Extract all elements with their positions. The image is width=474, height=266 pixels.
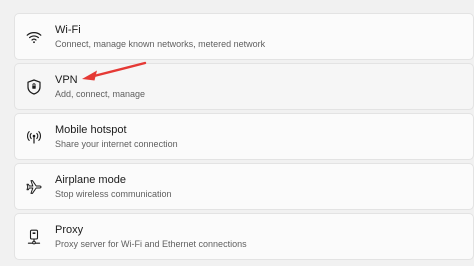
settings-item-proxy[interactable]: Proxy Proxy server for Wi-Fi and Etherne… — [14, 213, 474, 260]
mobile-hotspot-title: Mobile hotspot — [55, 124, 127, 136]
settings-item-vpn[interactable]: VPN Add, connect, manage — [14, 63, 474, 110]
wifi-title: Wi-Fi — [55, 24, 81, 36]
mobile-hotspot-icon — [25, 128, 43, 146]
airplane-icon — [25, 178, 43, 196]
proxy-title: Proxy — [55, 224, 84, 236]
settings-item-mobile-hotspot[interactable]: Mobile hotspot Share your internet conne… — [14, 113, 474, 160]
proxy-icon — [25, 228, 43, 246]
wifi-subtitle: Connect, manage known networks, metered … — [55, 39, 266, 49]
vpn-subtitle: Add, connect, manage — [55, 89, 146, 99]
settings-list: Wi-Fi Connect, manage known networks, me… — [14, 0, 474, 263]
proxy-subtitle: Proxy server for Wi-Fi and Ethernet conn… — [55, 239, 247, 249]
settings-item-wifi[interactable]: Wi-Fi Connect, manage known networks, me… — [14, 13, 474, 60]
airplane-mode-title: Airplane mode — [55, 174, 126, 186]
network-settings-page: Wi-Fi Connect, manage known networks, me… — [0, 0, 474, 266]
settings-item-airplane-mode[interactable]: Airplane mode Stop wireless communicatio… — [14, 163, 474, 210]
wifi-icon — [25, 28, 43, 46]
mobile-hotspot-subtitle: Share your internet connection — [55, 139, 178, 149]
vpn-shield-icon — [25, 78, 43, 96]
airplane-mode-subtitle: Stop wireless communication — [55, 189, 172, 199]
vpn-title: VPN — [55, 74, 78, 86]
